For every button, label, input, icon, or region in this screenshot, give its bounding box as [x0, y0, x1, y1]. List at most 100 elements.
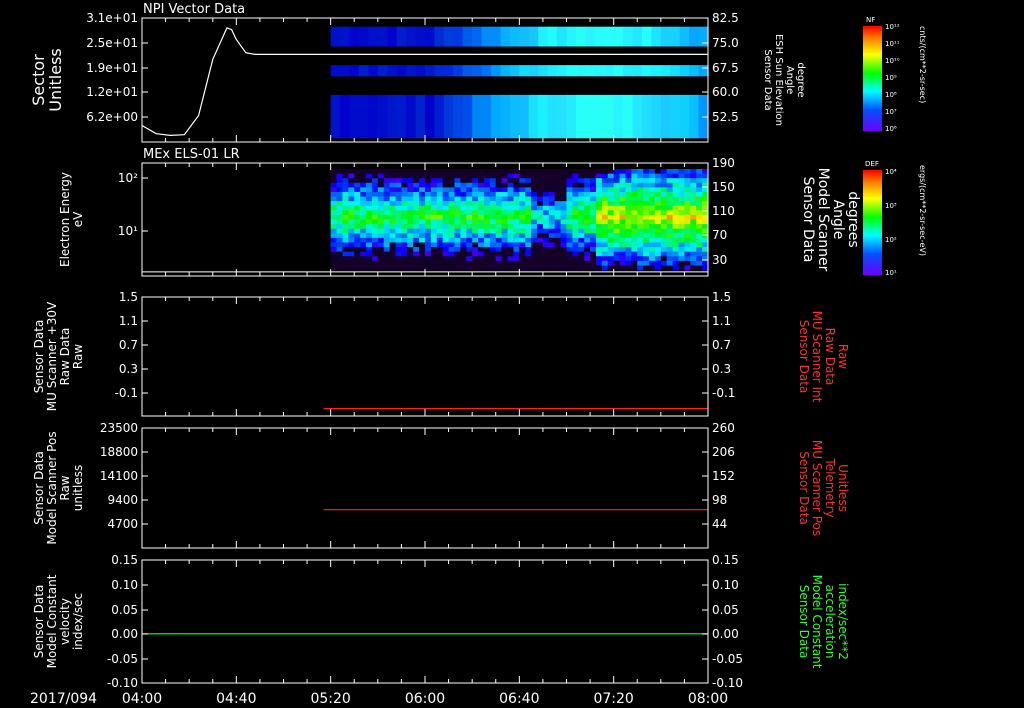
heatmap-cell	[330, 224, 338, 230]
heatmap-cell	[462, 26, 473, 47]
heatmap-cell	[436, 228, 444, 234]
heatmap-cell	[519, 196, 526, 202]
heatmap-cell	[525, 178, 532, 184]
heatmap-cell	[631, 191, 638, 198]
heatmap-cell	[472, 65, 483, 77]
heatmap-cell	[358, 94, 369, 139]
heatmap-cell	[472, 173, 479, 179]
heatmap-cell	[590, 210, 597, 216]
heatmap-cell	[651, 65, 662, 77]
heatmap-cell	[590, 205, 597, 211]
heatmap-cell	[613, 228, 621, 234]
heatmap-cell	[525, 237, 532, 243]
heatmap-cell	[415, 94, 426, 139]
heatmap-cell	[542, 251, 550, 257]
heatmap-cell	[366, 201, 373, 207]
heatmap-cell	[495, 205, 503, 211]
heatmap-cell	[454, 196, 461, 202]
heatmap-cell	[660, 196, 668, 202]
heatmap-cell	[507, 251, 514, 257]
heatmap-cell	[538, 94, 549, 139]
heatmap-cell	[489, 205, 497, 211]
heatmap-cell	[454, 201, 461, 207]
heatmap-cell	[360, 265, 367, 271]
heatmap-cell	[395, 265, 402, 271]
heatmap-cell	[401, 187, 408, 193]
heatmap-cell	[660, 214, 668, 220]
heatmap-cell	[660, 265, 668, 271]
heatmap-cell	[531, 173, 538, 179]
colorbar-nf: NF 10¹² 10¹¹ 10¹⁰ 10⁹ 10⁸ 10⁷ 10⁶ cnts/(…	[863, 16, 927, 133]
heatmap-cell	[531, 196, 538, 202]
heatmap-cell	[330, 214, 338, 220]
heatmap-cell	[572, 265, 579, 271]
heatmap-cell	[678, 196, 685, 202]
heatmap-cell	[354, 237, 361, 243]
heatmap-cell	[560, 191, 567, 198]
heatmap-cell	[649, 233, 656, 239]
heatmap-cell	[607, 256, 615, 262]
heatmap-cell	[371, 210, 379, 216]
heatmap-cell	[566, 219, 573, 225]
heatmap-cell	[513, 182, 520, 188]
heatmap-cell	[607, 260, 615, 266]
heatmap-cell	[619, 205, 626, 211]
heatmap-cell	[360, 256, 367, 262]
heatmap-cell	[466, 196, 473, 202]
heatmap-cell	[453, 94, 464, 139]
heatmap-cell	[654, 169, 662, 175]
heatmap-cell	[330, 173, 338, 179]
heatmap-cell	[654, 219, 662, 225]
heatmap-cell	[531, 242, 538, 248]
heatmap-cell	[501, 242, 509, 248]
heatmap-cell	[348, 260, 355, 266]
heatmap-cell	[689, 26, 700, 47]
heatmap-cell	[601, 182, 609, 188]
heatmap-cell	[354, 205, 361, 211]
heatmap-cell	[613, 224, 621, 230]
heatmap-cell	[554, 196, 562, 202]
heatmap-cell	[613, 196, 621, 202]
heatmap-cell	[448, 219, 455, 225]
heatmap-cell	[672, 182, 680, 188]
heatmap-cell	[366, 224, 373, 230]
heatmap-cell	[578, 187, 585, 193]
heatmap-cell	[501, 201, 509, 207]
heatmap-cell	[495, 256, 503, 262]
heatmap-cell	[625, 256, 632, 262]
heatmap-cell	[684, 237, 691, 243]
heatmap-cell	[584, 219, 591, 225]
heatmap-cell	[557, 94, 568, 139]
heatmap-cell	[625, 210, 632, 216]
y-right-axis-label: MU Scanner Int	[810, 311, 824, 403]
heatmap-cell	[478, 187, 485, 193]
heatmap-cell	[684, 178, 691, 184]
heatmap-cell	[478, 260, 485, 266]
heatmap-cell	[578, 196, 585, 202]
heatmap-cell	[413, 251, 420, 257]
heatmap-cell	[637, 169, 644, 175]
heatmap-cell	[454, 173, 461, 179]
heatmap-cell	[613, 26, 624, 47]
heatmap-cell	[631, 214, 638, 220]
heatmap-cell	[472, 191, 479, 198]
heatmap-cell	[595, 256, 603, 262]
heatmap-cell	[371, 182, 379, 188]
heatmap-cell	[684, 260, 691, 266]
heatmap-cell	[413, 191, 420, 198]
heatmap-cell	[413, 219, 420, 225]
heatmap-cell	[389, 260, 397, 266]
heatmap-cell	[366, 210, 373, 216]
heatmap-cell	[472, 205, 479, 211]
heatmap-cell	[336, 178, 343, 184]
heatmap-cell	[401, 228, 408, 234]
heatmap-cell	[578, 191, 585, 198]
heatmap-cell	[448, 247, 455, 253]
heatmap-cell	[537, 242, 544, 248]
heatmap-cell	[454, 247, 461, 253]
heatmap-cell	[360, 169, 367, 175]
heatmap-cell	[436, 260, 444, 266]
heatmap-cell	[672, 210, 680, 216]
heatmap-cell	[349, 26, 360, 47]
heatmap-cell	[442, 196, 450, 202]
